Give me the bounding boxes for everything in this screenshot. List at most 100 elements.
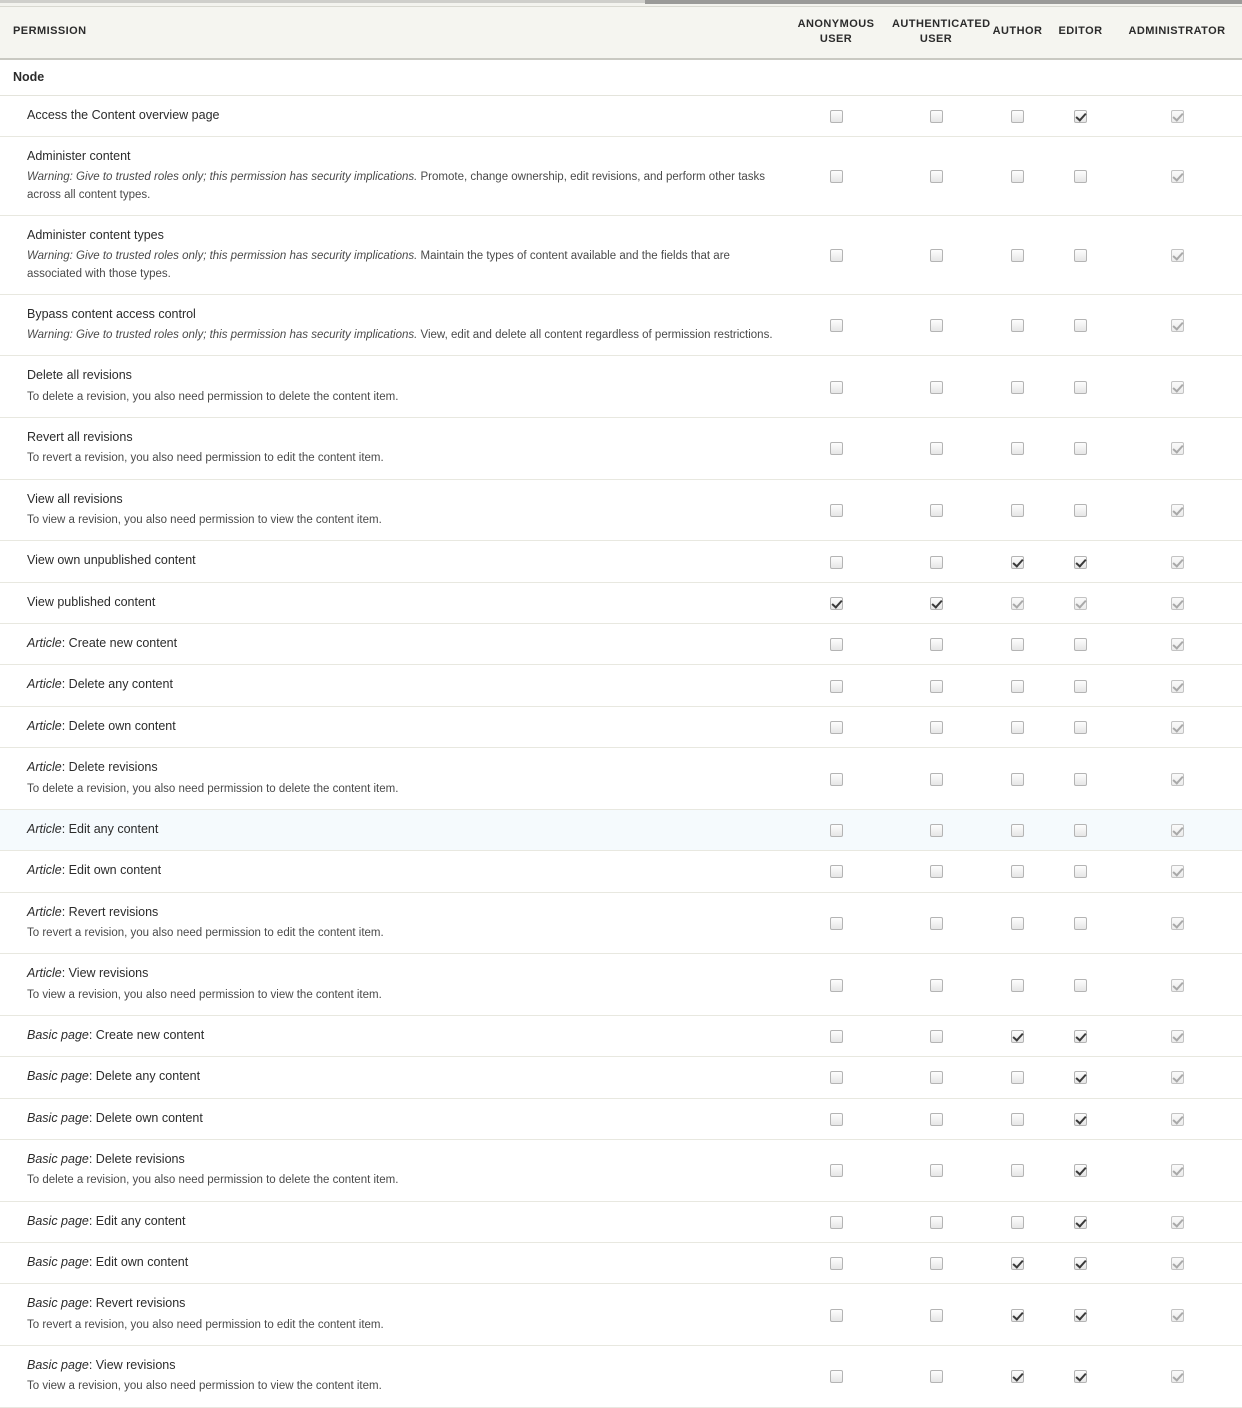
permission-checkbox-anonymous[interactable] xyxy=(830,556,843,569)
permission-checkbox-anonymous[interactable] xyxy=(830,721,843,734)
permission-checkbox-anonymous[interactable] xyxy=(830,1257,843,1270)
permission-checkbox-anonymous[interactable] xyxy=(830,1071,843,1084)
permission-checkbox-anonymous[interactable] xyxy=(830,170,843,183)
permission-checkbox-authenticated[interactable] xyxy=(930,556,943,569)
permission-checkbox-anonymous[interactable] xyxy=(830,249,843,262)
permission-checkbox-authenticated[interactable] xyxy=(930,638,943,651)
permission-checkbox-anonymous[interactable] xyxy=(830,865,843,878)
permission-checkbox-authenticated[interactable] xyxy=(930,504,943,517)
permission-checkbox-editor[interactable] xyxy=(1074,1071,1087,1084)
permission-checkbox-anonymous[interactable] xyxy=(830,824,843,837)
permission-checkbox-author[interactable] xyxy=(1011,1257,1024,1270)
permission-checkbox-author[interactable] xyxy=(1011,1370,1024,1383)
permission-checkbox-editor[interactable] xyxy=(1074,1030,1087,1043)
permission-checkbox-editor[interactable] xyxy=(1074,442,1087,455)
permission-checkbox-anonymous[interactable] xyxy=(830,680,843,693)
permission-checkbox-author[interactable] xyxy=(1011,721,1024,734)
permission-checkbox-author[interactable] xyxy=(1011,1164,1024,1177)
permission-checkbox-editor[interactable] xyxy=(1074,1257,1087,1270)
permission-checkbox-editor[interactable] xyxy=(1074,1370,1087,1383)
permission-checkbox-authenticated[interactable] xyxy=(930,1071,943,1084)
permission-checkbox-anonymous[interactable] xyxy=(830,1113,843,1126)
permission-checkbox-authenticated[interactable] xyxy=(930,597,943,610)
permission-checkbox-anonymous[interactable] xyxy=(830,917,843,930)
permission-checkbox-anonymous[interactable] xyxy=(830,504,843,517)
permission-checkbox-editor[interactable] xyxy=(1074,1164,1087,1177)
permission-checkbox-author[interactable] xyxy=(1011,381,1024,394)
permission-checkbox-anonymous[interactable] xyxy=(830,1370,843,1383)
permission-checkbox-author[interactable] xyxy=(1011,865,1024,878)
permission-checkbox-author[interactable] xyxy=(1011,824,1024,837)
permission-checkbox-author[interactable] xyxy=(1011,1071,1024,1084)
permission-security-warning: Warning: Give to trusted roles only; thi… xyxy=(27,250,417,262)
permission-checkbox-anonymous[interactable] xyxy=(830,381,843,394)
permission-checkbox-anonymous[interactable] xyxy=(830,1216,843,1229)
permission-checkbox-authenticated[interactable] xyxy=(930,1257,943,1270)
permission-checkbox-author[interactable] xyxy=(1011,110,1024,123)
permission-checkbox-editor[interactable] xyxy=(1074,865,1087,878)
permission-checkbox-anonymous[interactable] xyxy=(830,638,843,651)
permission-checkbox-authenticated[interactable] xyxy=(930,721,943,734)
permission-checkbox-editor[interactable] xyxy=(1074,721,1087,734)
permission-checkbox-editor[interactable] xyxy=(1074,917,1087,930)
permission-checkbox-authenticated[interactable] xyxy=(930,1309,943,1322)
permission-checkbox-authenticated[interactable] xyxy=(930,1164,943,1177)
permission-checkbox-anonymous[interactable] xyxy=(830,1030,843,1043)
permission-checkbox-author[interactable] xyxy=(1011,1113,1024,1126)
permission-checkbox-authenticated[interactable] xyxy=(930,249,943,262)
permission-checkbox-anonymous[interactable] xyxy=(830,442,843,455)
permission-checkbox-authenticated[interactable] xyxy=(930,170,943,183)
permission-checkbox-editor[interactable] xyxy=(1074,979,1087,992)
permission-checkbox-authenticated[interactable] xyxy=(930,381,943,394)
permission-checkbox-editor[interactable] xyxy=(1074,1309,1087,1322)
permission-checkbox-authenticated[interactable] xyxy=(930,1216,943,1229)
permission-checkbox-author[interactable] xyxy=(1011,1309,1024,1322)
permission-checkbox-editor[interactable] xyxy=(1074,319,1087,332)
permission-checkbox-editor[interactable] xyxy=(1074,638,1087,651)
permission-checkbox-authenticated[interactable] xyxy=(930,680,943,693)
permission-checkbox-author[interactable] xyxy=(1011,504,1024,517)
permission-checkbox-author[interactable] xyxy=(1011,680,1024,693)
permission-checkbox-authenticated[interactable] xyxy=(930,319,943,332)
permission-checkbox-anonymous[interactable] xyxy=(830,979,843,992)
permission-checkbox-author[interactable] xyxy=(1011,249,1024,262)
permission-checkbox-editor[interactable] xyxy=(1074,381,1087,394)
permission-cell-authenticated xyxy=(886,418,986,480)
permission-checkbox-author[interactable] xyxy=(1011,1030,1024,1043)
permission-checkbox-editor[interactable] xyxy=(1074,1216,1087,1229)
permission-checkbox-anonymous[interactable] xyxy=(830,319,843,332)
permission-checkbox-authenticated[interactable] xyxy=(930,865,943,878)
permission-checkbox-editor[interactable] xyxy=(1074,556,1087,569)
permission-checkbox-author[interactable] xyxy=(1011,638,1024,651)
permission-checkbox-author[interactable] xyxy=(1011,979,1024,992)
permission-checkbox-editor[interactable] xyxy=(1074,680,1087,693)
permission-checkbox-authenticated[interactable] xyxy=(930,773,943,786)
permission-checkbox-anonymous[interactable] xyxy=(830,110,843,123)
permission-checkbox-authenticated[interactable] xyxy=(930,442,943,455)
permission-checkbox-authenticated[interactable] xyxy=(930,1113,943,1126)
permission-checkbox-authenticated[interactable] xyxy=(930,1030,943,1043)
permission-checkbox-author[interactable] xyxy=(1011,170,1024,183)
permission-checkbox-authenticated[interactable] xyxy=(930,917,943,930)
permission-checkbox-editor[interactable] xyxy=(1074,824,1087,837)
permission-checkbox-anonymous[interactable] xyxy=(830,1309,843,1322)
permission-checkbox-authenticated[interactable] xyxy=(930,824,943,837)
permission-checkbox-author[interactable] xyxy=(1011,773,1024,786)
permission-checkbox-editor[interactable] xyxy=(1074,1113,1087,1126)
permission-checkbox-author[interactable] xyxy=(1011,319,1024,332)
permission-checkbox-anonymous[interactable] xyxy=(830,597,843,610)
permission-checkbox-editor[interactable] xyxy=(1074,504,1087,517)
permission-checkbox-anonymous[interactable] xyxy=(830,1164,843,1177)
permission-checkbox-author[interactable] xyxy=(1011,556,1024,569)
permission-checkbox-authenticated[interactable] xyxy=(930,979,943,992)
permission-checkbox-editor[interactable] xyxy=(1074,170,1087,183)
permission-checkbox-author[interactable] xyxy=(1011,1216,1024,1229)
permission-checkbox-editor[interactable] xyxy=(1074,110,1087,123)
permission-checkbox-editor[interactable] xyxy=(1074,773,1087,786)
permission-checkbox-anonymous[interactable] xyxy=(830,773,843,786)
permission-checkbox-authenticated[interactable] xyxy=(930,1370,943,1383)
permission-checkbox-editor[interactable] xyxy=(1074,249,1087,262)
permission-checkbox-authenticated[interactable] xyxy=(930,110,943,123)
permission-checkbox-author[interactable] xyxy=(1011,442,1024,455)
permission-checkbox-author[interactable] xyxy=(1011,917,1024,930)
